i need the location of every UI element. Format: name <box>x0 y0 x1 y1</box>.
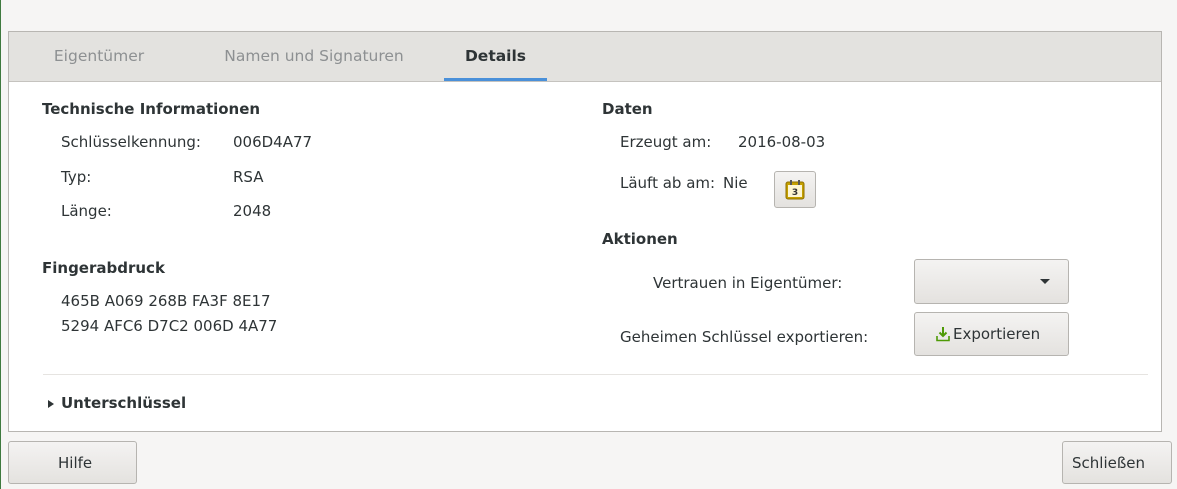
export-button-label: Exportieren <box>953 325 1041 343</box>
expires-label: Läuft ab am: <box>620 174 716 192</box>
subkeys-label: Unterschlüssel <box>61 394 187 412</box>
expander-arrow-icon <box>48 399 54 408</box>
subkeys-expander[interactable]: Unterschlüssel <box>47 394 186 412</box>
tab-details[interactable]: Details <box>444 32 547 81</box>
separator <box>43 374 1148 375</box>
svg-text:3: 3 <box>792 188 798 198</box>
owner-trust-dropdown[interactable] <box>914 259 1069 304</box>
type-label: Typ: <box>61 168 92 186</box>
expiry-date-button[interactable]: 3 <box>774 171 816 208</box>
export-button[interactable]: Exportieren <box>914 312 1069 356</box>
expires-value: Nie <box>723 174 748 192</box>
key-id-value: 006D4A77 <box>233 133 313 151</box>
window-edge <box>0 0 1 489</box>
close-button-label: Schließen <box>1072 454 1146 472</box>
help-button[interactable]: Hilfe <box>8 441 137 484</box>
fingerprint-heading: Fingerabdruck <box>42 259 165 277</box>
fingerprint-line-2: 5294 AFC6 D7C2 006D 4A77 <box>61 317 278 335</box>
help-button-label: Hilfe <box>58 454 93 472</box>
key-id-label: Schlüsselkennung: <box>61 133 201 151</box>
chevron-down-icon <box>1040 279 1050 284</box>
tab-owner[interactable]: Eigentümer <box>37 32 161 81</box>
close-button[interactable]: Schließen <box>1062 441 1172 484</box>
actions-heading: Aktionen <box>602 230 678 248</box>
created-value: 2016-08-03 <box>738 133 826 151</box>
length-value: 2048 <box>233 202 272 220</box>
owner-trust-label: Vertrauen in Eigentümer: <box>653 274 843 292</box>
length-label: Länge: <box>61 202 112 220</box>
dates-heading: Daten <box>602 100 653 118</box>
details-notebook: Eigentümer Namen und Signaturen Details … <box>8 31 1162 432</box>
export-secret-key-label: Geheimen Schlüssel exportieren: <box>620 328 869 346</box>
export-icon <box>936 327 950 342</box>
tab-bar: Eigentümer Namen und Signaturen Details <box>9 32 1161 82</box>
fingerprint-line-1: 465B A069 268B FA3F 8E17 <box>61 292 271 310</box>
calendar-icon: 3 <box>785 180 805 200</box>
technical-info-heading: Technische Informationen <box>42 100 261 118</box>
created-label: Erzeugt am: <box>620 133 712 151</box>
tab-names-signatures[interactable]: Namen und Signaturen <box>205 32 423 81</box>
type-value: RSA <box>233 168 264 186</box>
